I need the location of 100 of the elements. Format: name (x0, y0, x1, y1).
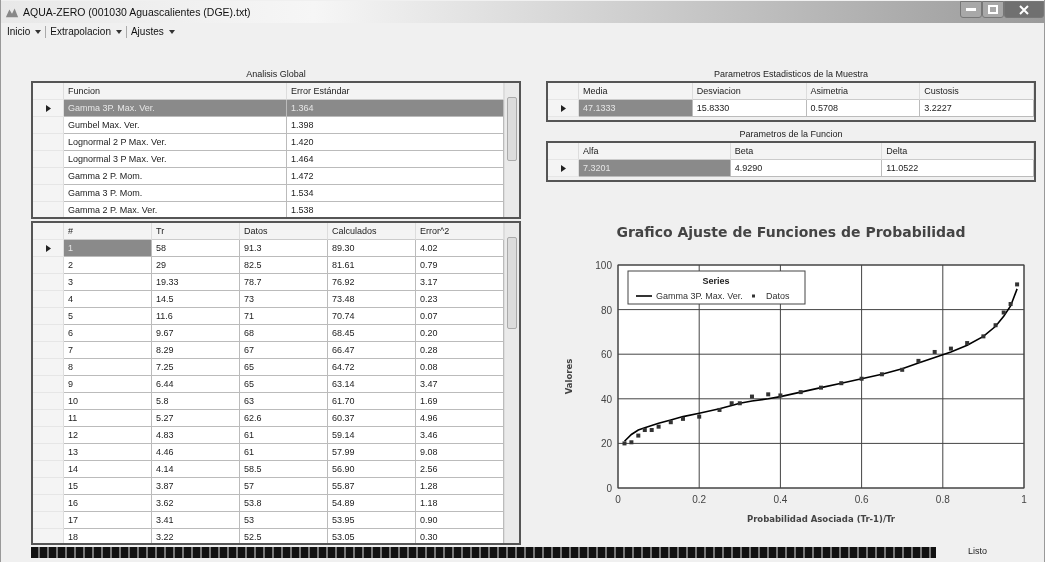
column-header[interactable]: Funcion (64, 83, 287, 100)
table-cell: 3.2227 (920, 100, 1034, 117)
table-cell: 19.33 (152, 274, 240, 291)
axis-tick-label: 1 (1021, 494, 1027, 505)
table-cell: 8.29 (152, 342, 240, 359)
point (656, 424, 661, 429)
table-cell: 63.14 (328, 376, 416, 393)
table-cell: 47.1333 (579, 100, 693, 117)
point (636, 433, 641, 438)
column-header[interactable]: Beta (730, 143, 883, 160)
column-header[interactable]: Media (579, 83, 693, 100)
column-header[interactable]: Delta (882, 143, 1034, 160)
point (879, 372, 884, 377)
table-cell: 9.08 (416, 444, 504, 461)
table-cell: 10 (64, 393, 152, 410)
table-cell: 1.538 (287, 202, 504, 217)
status-text: Listo (968, 546, 987, 556)
table-cell: 2.56 (416, 461, 504, 478)
table-cell: 17 (64, 512, 152, 529)
table-cell: 3 (64, 274, 152, 291)
point (1015, 282, 1020, 287)
table-cell: 61.70 (328, 393, 416, 410)
axis-tick-label: 20 (600, 438, 612, 450)
table-cell: 53.95 (328, 512, 416, 529)
table-cell: 16 (64, 495, 152, 512)
column-header[interactable]: Datos (240, 223, 328, 240)
menu-item[interactable]: Extrapolacion (46, 26, 126, 37)
point (981, 334, 986, 339)
maximize-button[interactable] (982, 1, 1004, 18)
table-cell: 0.28 (416, 342, 504, 359)
table-cell: 1.472 (287, 168, 504, 185)
row-pointer-icon (560, 104, 566, 112)
table-cell: 15.8330 (692, 100, 807, 117)
row-header[interactable] (548, 100, 579, 117)
table-cell: 0.79 (416, 257, 504, 274)
table-cell: 73 (240, 291, 328, 308)
table-cell: 3.41 (152, 512, 240, 529)
point (916, 358, 921, 363)
column-header[interactable]: Calculados (328, 223, 416, 240)
row-header[interactable] (33, 100, 64, 117)
table-cell: 82.5 (240, 257, 328, 274)
table-cell: 89.30 (328, 240, 416, 257)
row-header[interactable] (548, 160, 579, 177)
column-header[interactable]: Custosis (920, 83, 1034, 100)
scrollbar-thumb[interactable] (507, 97, 517, 161)
point (798, 390, 803, 395)
point (859, 376, 864, 381)
table-cell: 91.3 (240, 240, 328, 257)
table-cell: 0.90 (416, 512, 504, 529)
table-cell: 65 (240, 376, 328, 393)
point (642, 428, 647, 433)
table-cell: 68.45 (328, 325, 416, 342)
point (965, 341, 970, 346)
table-cell: 1.420 (287, 134, 504, 151)
point (680, 416, 685, 421)
column-header[interactable]: # (64, 223, 152, 240)
row-pointer-icon (560, 164, 566, 172)
minimize-button[interactable] (960, 1, 982, 18)
table-cell: 4.96 (416, 410, 504, 427)
table-cell: 60.37 (328, 410, 416, 427)
legend-line-icon (635, 295, 653, 297)
table-cell: 62.6 (240, 410, 328, 427)
point (697, 414, 702, 419)
menu-item[interactable]: Inicio (3, 26, 46, 37)
point (737, 401, 742, 406)
table-cell: Gamma 3P. Max. Ver. (64, 100, 287, 117)
table-cell: 18 (64, 529, 152, 543)
scrollbar-thumb[interactable] (507, 237, 517, 329)
table-cell: 7 (64, 342, 152, 359)
table-cell: 1.534 (287, 185, 504, 202)
chart-title: Grafico Ajuste de Funciones de Probabilidad (616, 224, 966, 240)
column-header[interactable]: Error Estándar (287, 83, 504, 100)
column-header[interactable]: Asimetria (806, 83, 921, 100)
point (629, 440, 634, 445)
table-cell: 58.5 (240, 461, 328, 478)
table-cell: 3.87 (152, 478, 240, 495)
column-header[interactable]: Desviacion (692, 83, 807, 100)
table-cell: 3.22 (152, 529, 240, 543)
table-cell: 3.17 (416, 274, 504, 291)
column-header[interactable]: Tr (152, 223, 240, 240)
axis-tick-label: 0.4 (773, 494, 788, 505)
column-header[interactable]: Alfa (579, 143, 731, 160)
table-cell: 1 (64, 240, 152, 257)
point (717, 407, 722, 412)
table-cell: 66.47 (328, 342, 416, 359)
menu-item[interactable]: Ajustes (126, 26, 179, 37)
scrollbar[interactable] (504, 83, 519, 217)
table-cell: 4 (64, 291, 152, 308)
table-cell: 54.89 (328, 495, 416, 512)
table-cell: 11.6 (152, 308, 240, 325)
table-cell: 73.48 (328, 291, 416, 308)
table-cell: 64.72 (328, 359, 416, 376)
point (932, 349, 937, 354)
table-cell: 76.92 (328, 274, 416, 291)
scrollbar[interactable] (504, 223, 519, 543)
row-pointer-icon (45, 244, 51, 252)
close-button[interactable] (1004, 1, 1044, 18)
point (1001, 310, 1006, 315)
row-header[interactable] (33, 240, 64, 257)
column-header[interactable]: Error^2 (416, 223, 504, 240)
